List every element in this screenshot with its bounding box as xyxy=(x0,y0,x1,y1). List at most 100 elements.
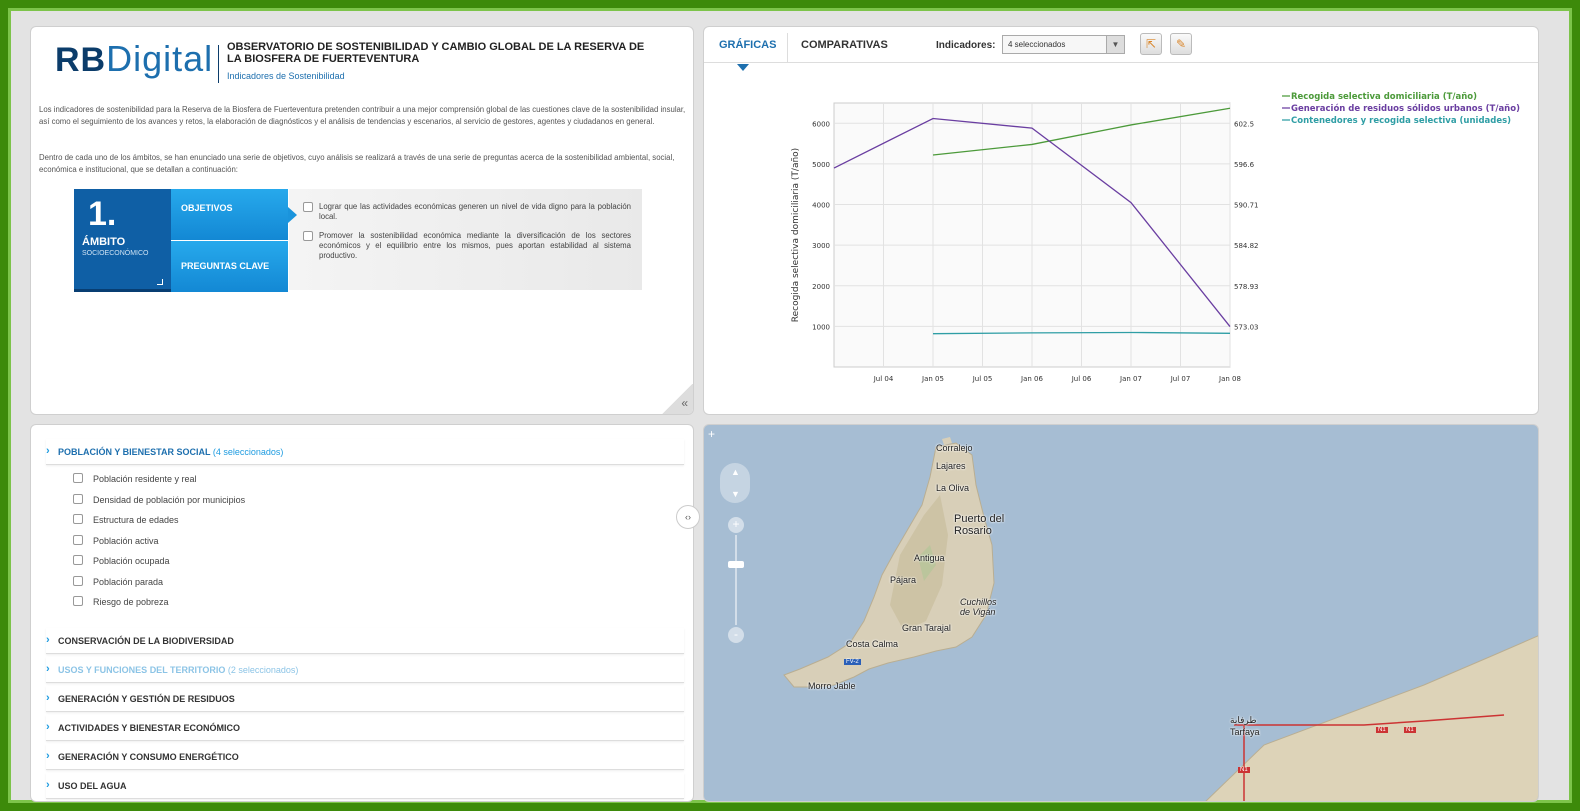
item-label: Densidad de población por municipios xyxy=(93,494,246,505)
chart-tab-bar: GRÁFICAS COMPARATIVAS Indicadores: 4 sel… xyxy=(704,27,1538,63)
x-tick-label: Jul 06 xyxy=(1071,375,1092,383)
map-label: طرفاية xyxy=(1230,715,1257,725)
tab-graficas[interactable]: GRÁFICAS xyxy=(719,39,776,51)
map-label: Costa Calma xyxy=(846,639,899,649)
line-chart: Jul 04 Jan 05 Jul 05 Jan 06 Jul 06 Jan 07 Jul … xyxy=(791,92,1520,383)
map-label: Tarfaya xyxy=(1230,727,1260,737)
map-label: Cuchillos de Vigán xyxy=(960,597,997,617)
tab-pointer-icon xyxy=(288,207,297,223)
zoom-slider-track[interactable] xyxy=(735,535,737,625)
objective-checkbox[interactable] xyxy=(303,202,313,212)
tab-comparativas[interactable]: COMPARATIVAS xyxy=(801,39,888,51)
objectives-list: Lograr que las actividades económicas ge… xyxy=(289,189,642,290)
chevron-right-icon: › xyxy=(46,691,50,704)
ambito-label: ÁMBITO xyxy=(82,236,126,248)
list-item[interactable]: Estructura de edades xyxy=(73,514,179,525)
map-label: Gran Tarajal xyxy=(902,623,951,633)
tab-objetivos[interactable]: OBJETIVOS xyxy=(171,189,288,240)
zoom-slider-handle[interactable] xyxy=(728,561,744,568)
item-checkbox[interactable] xyxy=(73,473,83,483)
list-item[interactable]: Densidad de población por municipios xyxy=(73,493,246,505)
chevron-right-icon: › xyxy=(46,720,50,733)
section-uso-del-agua[interactable]: › USO DEL AGUA xyxy=(46,773,684,799)
island-shape xyxy=(783,442,995,688)
item-checkbox[interactable] xyxy=(73,514,83,524)
ambito-number: 1. xyxy=(88,195,117,233)
list-item[interactable]: Población activa xyxy=(73,534,159,546)
list-item[interactable]: Población parada xyxy=(73,575,163,587)
y-right-tick-label: 584.82 xyxy=(1234,242,1259,250)
x-tick-label: Jan 07 xyxy=(1119,375,1142,383)
list-item[interactable]: Población ocupada xyxy=(73,555,170,566)
intro-paragraph-2: Dentro de cada uno de los ámbitos, se ha… xyxy=(39,153,675,174)
section-label: ACTIVIDADES Y BIENESTAR ECONÓMICO xyxy=(58,722,241,733)
chevron-down-icon[interactable]: ▼ xyxy=(731,489,740,499)
item-checkbox[interactable] xyxy=(73,555,83,565)
item-label: Estructura de edades xyxy=(93,515,179,525)
y-left-tick-label: 6000 xyxy=(812,120,830,128)
objective-item[interactable]: Promover la sostenibilidad económica med… xyxy=(303,231,631,261)
section-generaci-n-y-gesti-n-de-residuos[interactable]: › GENERACIÓN Y GESTIÓN DE RESIDUOS xyxy=(46,686,684,712)
section-label: GENERACIÓN Y GESTIÓN DE RESIDUOS xyxy=(58,693,235,704)
ambito-sublabel: SOCIOECONÓMICO xyxy=(82,250,149,257)
export-button[interactable]: ⇱ xyxy=(1140,33,1162,55)
zoom-in-button[interactable]: + xyxy=(728,517,744,533)
map-panel[interactable]: Corralejo Lajares La Oliva Puerto del Ro… xyxy=(703,424,1539,802)
x-tick-label: Jan 08 xyxy=(1218,375,1241,383)
section-actividades-y-bienestar-econ-mico[interactable]: › ACTIVIDADES Y BIENESTAR ECONÓMICO xyxy=(46,715,684,741)
section-conservaci-n-de-la-biodiversidad[interactable]: › CONSERVACIÓN DE LA BIODIVERSIDAD xyxy=(46,628,684,654)
edit-button[interactable]: ✎ xyxy=(1170,33,1192,55)
logo-divider xyxy=(218,45,219,83)
x-tick-label: Jul 05 xyxy=(972,375,993,383)
map-label: Lajares xyxy=(936,461,966,471)
toggle-panels-button[interactable]: ‹› xyxy=(676,505,700,529)
objective-item[interactable]: Lograr que las actividades económicas ge… xyxy=(303,202,631,222)
x-tick-label: Jul 04 xyxy=(873,375,894,383)
objective-checkbox[interactable] xyxy=(303,231,313,241)
y-axis-label: Recogida selectiva domiciliaria (T/año) xyxy=(791,148,801,322)
map-label: Morro Jable xyxy=(808,681,856,691)
y-right-tick-label: 578.93 xyxy=(1234,283,1259,291)
indicadores-label: Indicadores: xyxy=(936,40,996,51)
list-item[interactable]: Riesgo de pobreza xyxy=(73,596,169,607)
map-label: La Oliva xyxy=(936,483,970,493)
export-icon: ⇱ xyxy=(1145,37,1157,51)
section-usos-y-funciones-del-territorio[interactable]: › USOS Y FUNCIONES DEL TERRITORIO (2 sele… xyxy=(46,657,684,683)
road-badge: N1 xyxy=(1238,767,1250,773)
chevron-right-icon: › xyxy=(46,633,50,646)
intro-paragraph-1: Los indicadores de sostenibilidad para l… xyxy=(39,105,686,126)
chart-panel: GRÁFICAS COMPARATIVAS Indicadores: 4 sel… xyxy=(703,26,1539,415)
item-checkbox[interactable] xyxy=(73,575,83,586)
indicadores-select[interactable]: 4 seleccionados ▼ xyxy=(1002,35,1125,54)
x-tick-label: Jan 05 xyxy=(921,375,944,383)
tab-preguntas-clave[interactable]: PREGUNTAS CLAVE xyxy=(171,241,288,292)
tab-divider xyxy=(787,33,788,63)
item-checkbox[interactable] xyxy=(73,596,83,606)
collapse-panel-button[interactable]: « xyxy=(661,384,693,414)
chevron-down-icon[interactable]: ▼ xyxy=(1106,36,1124,53)
section-generaci-n-y-consumo-energ-tico[interactable]: › GENERACIÓN Y CONSUMO ENERGÉTICO xyxy=(46,744,684,770)
section-label: GENERACIÓN Y CONSUMO ENERGÉTICO xyxy=(58,751,239,762)
list-item[interactable]: Población residente y real xyxy=(73,473,197,484)
section-label: POBLACIÓN Y BIENESTAR SOCIAL xyxy=(58,447,211,457)
map-label: Pájara xyxy=(890,575,917,585)
chevron-up-icon[interactable]: ▲ xyxy=(731,467,740,477)
logo: RBDigital xyxy=(55,38,214,80)
item-label: Población residente y real xyxy=(93,474,197,484)
chevron-right-icon: › xyxy=(46,749,50,762)
map-label: Antigua xyxy=(914,553,945,563)
chevron-right-icon: › xyxy=(46,662,50,675)
item-label: Riesgo de pobreza xyxy=(93,597,169,607)
zoom-out-button[interactable]: - xyxy=(728,627,744,643)
pan-control[interactable]: ▲ ▼ xyxy=(720,463,750,503)
section-poblaci-n-y-bienestar-social[interactable]: › POBLACIÓN Y BIENESTAR SOCIAL (4 selecci… xyxy=(46,439,684,465)
y-left-tick-label: 1000 xyxy=(812,323,830,331)
y-right-tick-label: 590.71 xyxy=(1234,202,1259,210)
item-checkbox[interactable] xyxy=(73,534,83,545)
expand-map-button[interactable]: + xyxy=(708,427,715,441)
y-right-tick-label: 602.5 xyxy=(1234,120,1254,128)
item-checkbox[interactable] xyxy=(73,493,83,504)
ambito-card[interactable]: 1. ÁMBITO SOCIOECONÓMICO xyxy=(74,189,171,292)
section-count: (2 seleccionados) xyxy=(227,664,299,675)
map-canvas[interactable] xyxy=(704,425,1539,802)
